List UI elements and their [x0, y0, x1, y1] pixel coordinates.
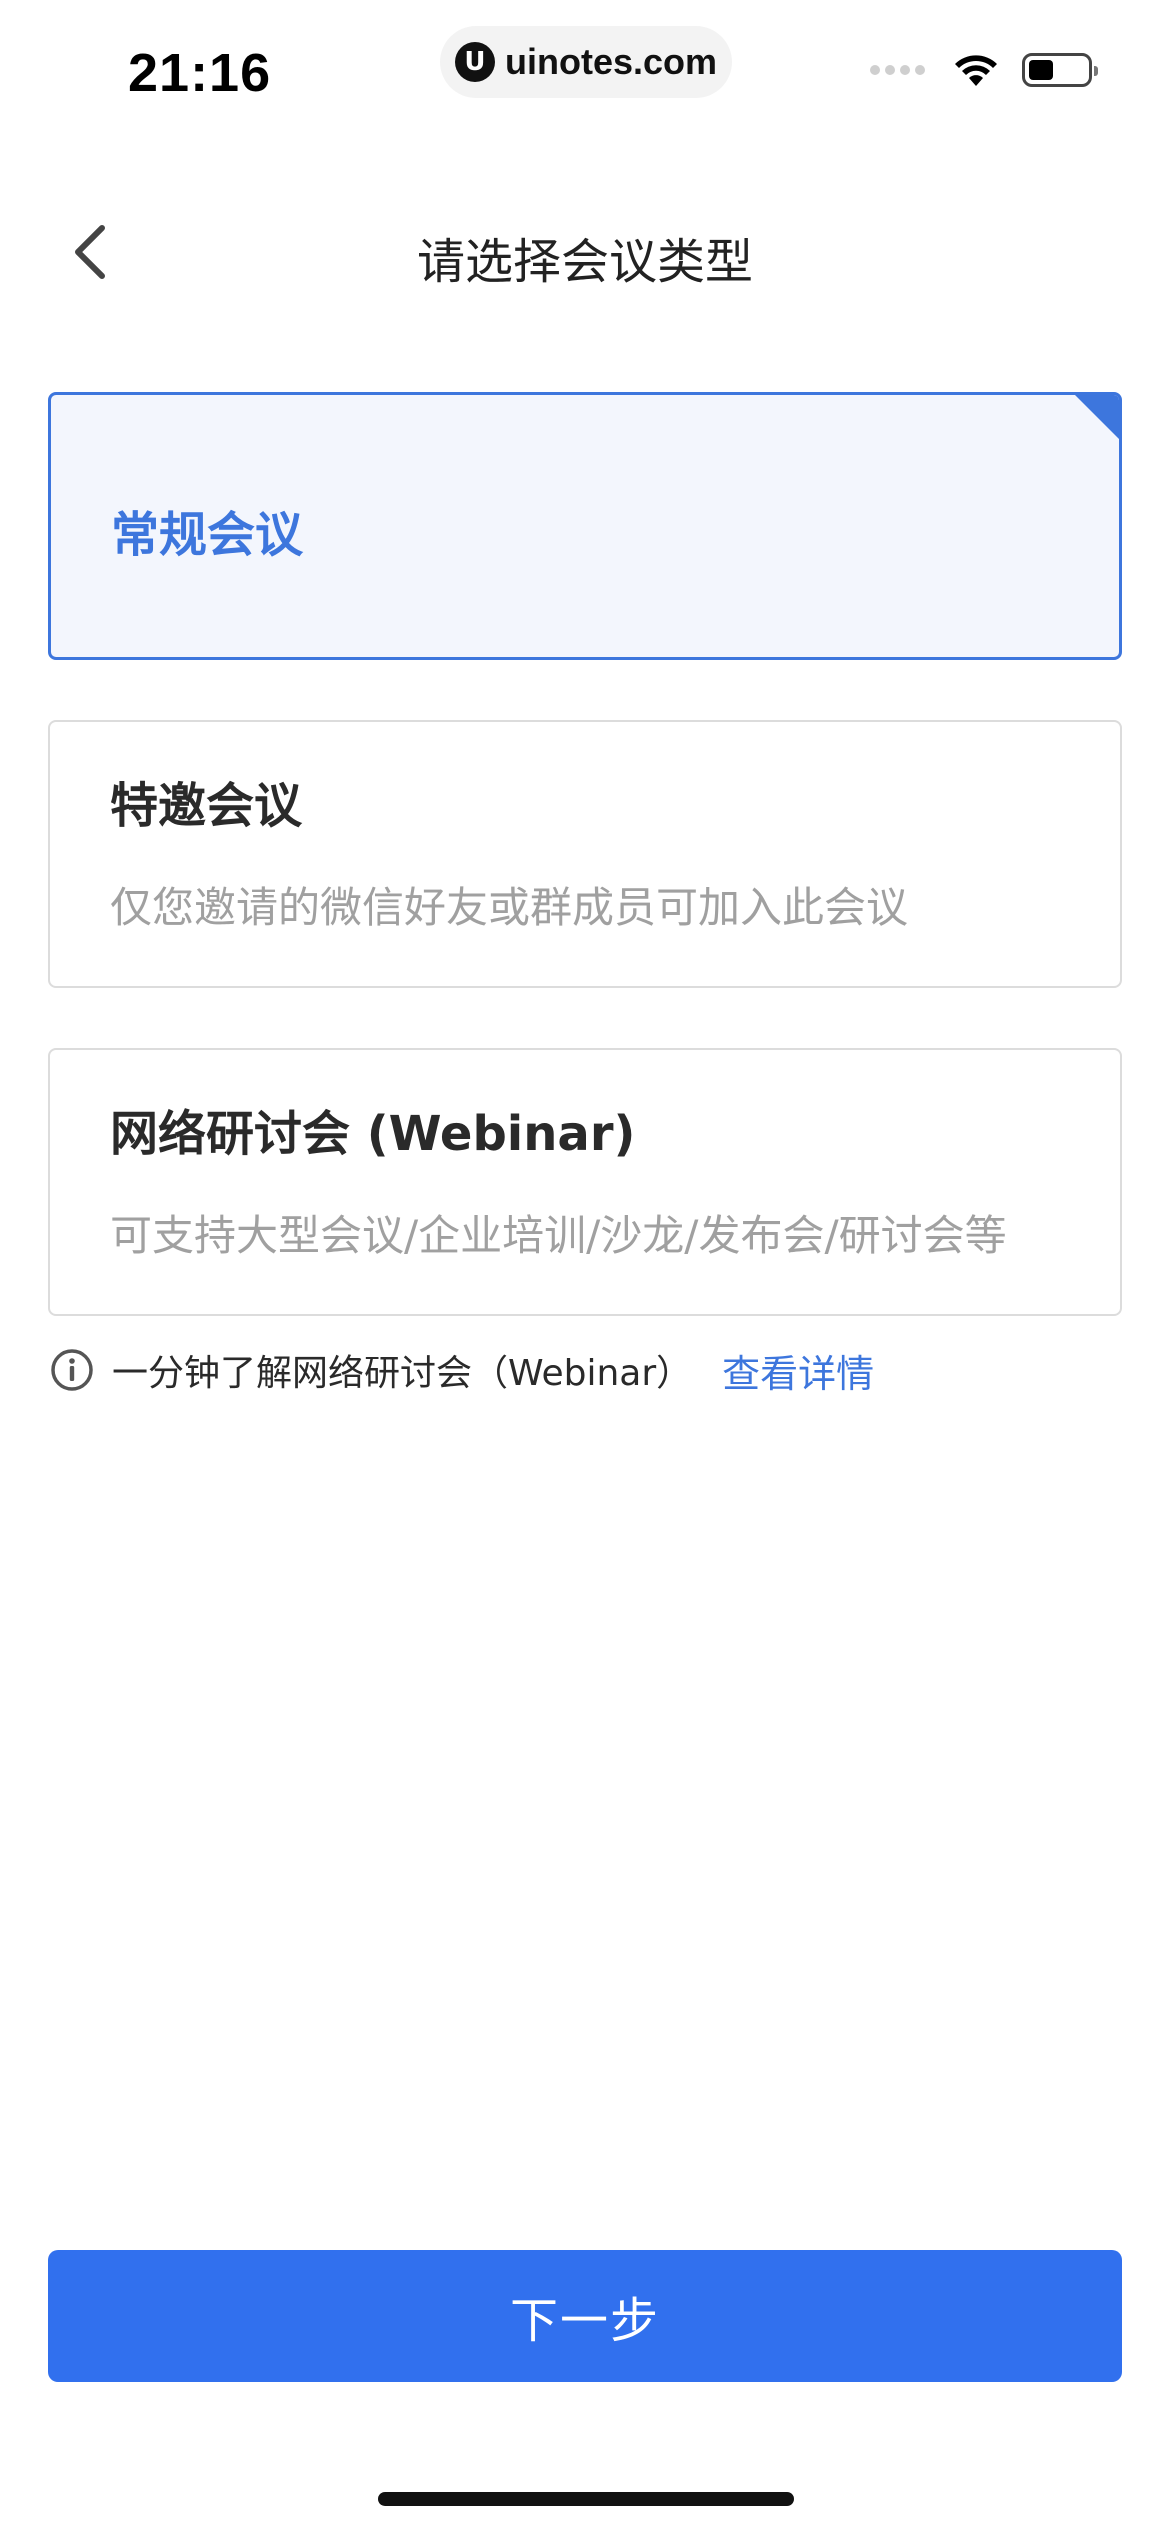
view-details-link[interactable]: 查看详情: [722, 1343, 874, 1398]
option-title: 特邀会议: [110, 778, 303, 834]
option-description: 可支持大型会议/企业培训/沙龙/发布会/研讨会等: [110, 1211, 1007, 1260]
status-time: 21:16: [128, 43, 272, 103]
info-text: 一分钟了解网络研讨会（Webinar）: [112, 1353, 693, 1394]
site-logo: U: [454, 42, 495, 82]
page-title: 请选择会议类型: [416, 234, 753, 290]
option-invited-meeting[interactable]: 特邀会议 仅您邀请的微信好友或群成员可加入此会议: [48, 720, 1122, 988]
next-step-button[interactable]: 下一步: [48, 2250, 1122, 2382]
option-title: 网络研讨会 (Webinar): [110, 1106, 636, 1162]
option-description: 仅您邀请的微信好友或群成员可加入此会议: [110, 883, 909, 932]
wifi-icon: [955, 55, 997, 86]
info-icon: [51, 1349, 93, 1391]
webinar-info-line: 一分钟了解网络研讨会（Webinar） 查看详情: [50, 1340, 874, 1400]
option-title: 常规会议: [111, 507, 304, 563]
status-bar: 21:16 U uinotes.com: [0, 0, 1170, 140]
home-indicator[interactable]: [378, 2492, 794, 2506]
url-text: uinotes.com: [504, 41, 718, 82]
url-pill[interactable]: U uinotes.com: [440, 26, 732, 98]
selected-corner-marker: [1075, 395, 1119, 439]
option-webinar[interactable]: 网络研讨会 (Webinar) 可支持大型会议/企业培训/沙龙/发布会/研讨会等: [48, 1048, 1122, 1316]
battery-icon: [1022, 53, 1098, 87]
nav-bar: 请选择会议类型: [0, 190, 1170, 320]
status-indicators: [870, 52, 1098, 88]
option-regular-meeting[interactable]: 常规会议: [48, 392, 1122, 660]
cellular-signal-icon: [870, 65, 930, 75]
